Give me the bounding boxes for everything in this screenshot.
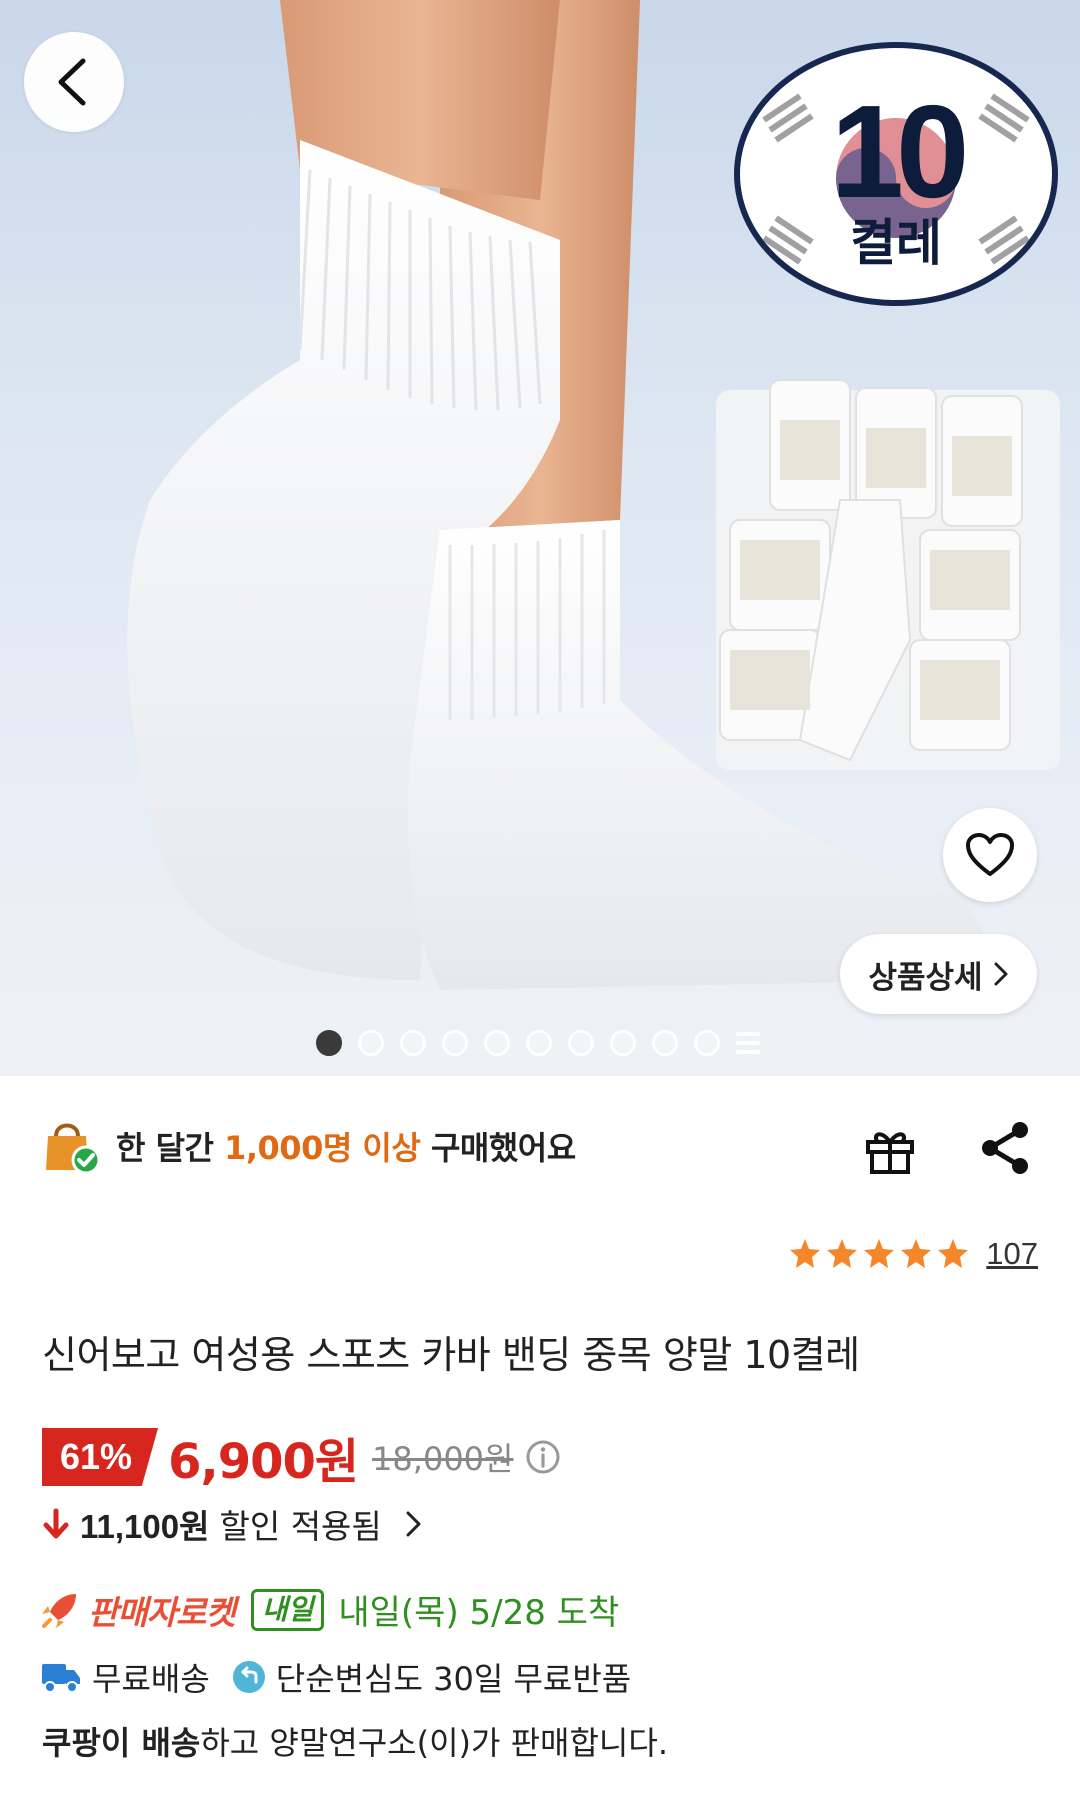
shopping-bag-check-icon xyxy=(46,1123,101,1174)
product-image-carousel[interactable]: 10 켤레 상품상세 xyxy=(0,0,1080,1076)
back-button[interactable] xyxy=(24,32,124,132)
product-title: 신어보고 여성용 스포츠 카바 밴딩 중목 양말 10켤레 xyxy=(42,1333,860,1377)
review-count-link[interactable]: 107 xyxy=(986,1236,1038,1272)
purchase-count-notice: 한 달간 1,000명 이상 구매했어요 xyxy=(42,1118,576,1174)
carousel-dot[interactable] xyxy=(484,1030,510,1056)
discount-badge: 61% xyxy=(42,1428,159,1486)
carousel-pagination[interactable] xyxy=(316,1030,760,1056)
share-icon xyxy=(982,1122,1028,1174)
chevron-right-icon xyxy=(994,962,1008,986)
carousel-dot[interactable] xyxy=(442,1030,468,1056)
return-icon xyxy=(232,1661,265,1693)
carousel-dot[interactable] xyxy=(358,1030,384,1056)
carousel-dot[interactable] xyxy=(400,1030,426,1056)
star-rating-icon xyxy=(790,1239,969,1268)
product-detail-label: 상품상세 xyxy=(868,959,983,996)
heart-icon xyxy=(966,833,1014,876)
chevron-right-icon xyxy=(406,1511,421,1537)
delivery-eta: 내일(목) 5/28 도착 xyxy=(338,1593,620,1633)
truck-icon xyxy=(42,1664,80,1693)
carousel-dot[interactable] xyxy=(694,1030,720,1056)
rating-summary[interactable]: 107 xyxy=(788,1236,1038,1272)
courier-name: 쿠팡이 배송 xyxy=(42,1724,201,1762)
gift-icon xyxy=(866,1132,914,1174)
purchase-prefix: 한 달간 xyxy=(116,1129,214,1167)
carousel-dot[interactable] xyxy=(568,1030,594,1056)
shipping-info-row: 무료배송 단순변심도 30일 무료반품 xyxy=(40,1654,631,1700)
carousel-dot[interactable] xyxy=(526,1030,552,1056)
quantity-badge: 10 켤레 xyxy=(734,42,1058,306)
price-row: 61% 6,900원 18,000원 xyxy=(42,1422,561,1492)
carousel-grid-icon[interactable] xyxy=(736,1032,760,1054)
delivery-day-tag: 내일 xyxy=(250,1588,325,1631)
badge-unit: 켤레 xyxy=(850,214,942,272)
free-shipping-text: 무료배송 xyxy=(92,1660,210,1698)
arrow-down-icon xyxy=(43,1508,69,1539)
carousel-dot[interactable] xyxy=(610,1030,636,1056)
badge-number: 10 xyxy=(830,78,970,225)
purchase-suffix: 구매했어요 xyxy=(430,1129,576,1167)
seller-text: 하고 양말연구소(이)가 판매합니다. xyxy=(200,1724,668,1762)
gift-button[interactable] xyxy=(862,1122,918,1178)
seller-info: 쿠팡이 배송하고 양말연구소(이)가 판매합니다. xyxy=(42,1718,668,1764)
wishlist-button[interactable] xyxy=(943,808,1037,902)
info-icon[interactable] xyxy=(525,1439,561,1475)
saving-label: 할인 적용됨 xyxy=(219,1507,382,1546)
product-detail-button[interactable]: 상품상세 xyxy=(840,934,1037,1014)
discount-applied-row[interactable]: 11,100원 할인 적용됨 xyxy=(42,1500,424,1548)
rocket-delivery-row: 판매자로켓 내일 내일(목) 5/28 도착 xyxy=(40,1585,619,1634)
chevron-left-icon xyxy=(58,58,86,106)
share-button[interactable] xyxy=(978,1118,1034,1178)
sale-price: 6,900원 xyxy=(168,1434,359,1490)
free-return-text: 단순변심도 30일 무료반품 xyxy=(275,1660,632,1698)
carousel-dot[interactable] xyxy=(316,1030,342,1056)
original-price: 18,000원 xyxy=(372,1440,514,1478)
purchase-highlight: 1,000명 이상 xyxy=(224,1129,421,1167)
carousel-dot[interactable] xyxy=(652,1030,678,1056)
saving-amount: 11,100원 xyxy=(80,1508,210,1545)
rocket-icon xyxy=(42,1593,76,1628)
rocket-brand: 판매자로켓 xyxy=(88,1592,236,1632)
